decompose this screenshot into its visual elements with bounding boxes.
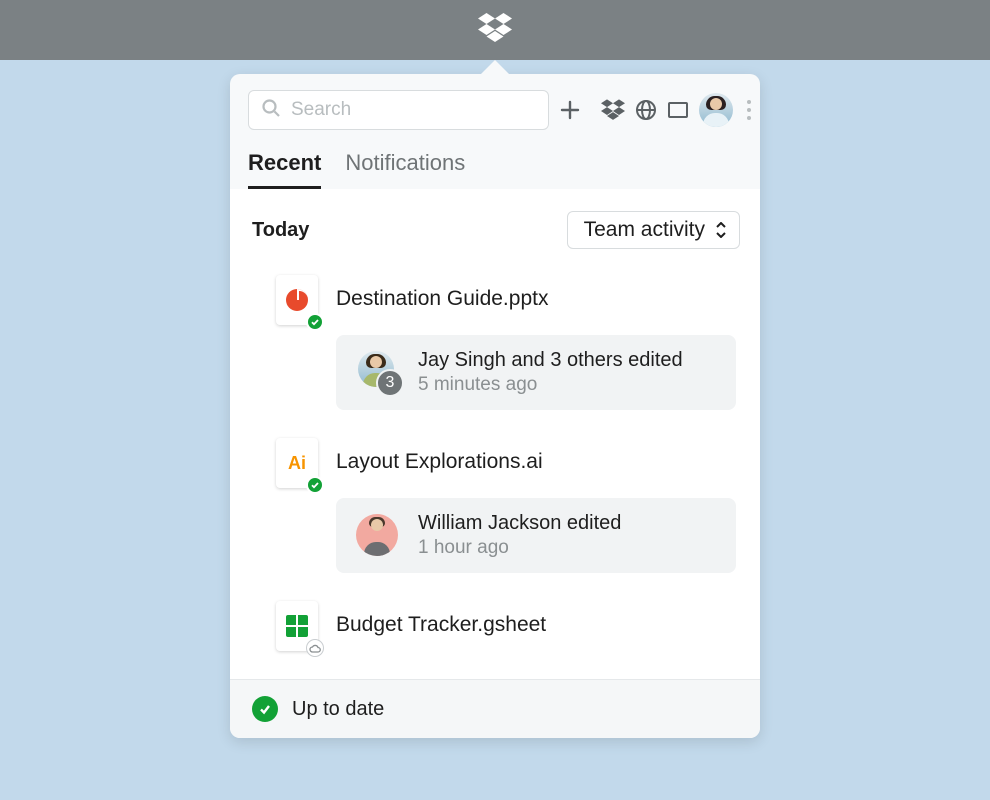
avatar-stack	[354, 514, 402, 558]
tabs: Recent Notifications	[248, 150, 742, 189]
activity-time: 1 hour ago	[418, 537, 621, 559]
activity-summary: William Jackson edited	[418, 512, 621, 535]
section-title: Today	[252, 219, 309, 242]
activity-card[interactable]: William Jackson edited 1 hour ago	[336, 498, 736, 573]
dropbox-logo-icon	[478, 13, 512, 48]
os-menubar	[0, 0, 990, 60]
panel-header: Recent Notifications	[230, 74, 760, 189]
more-menu-button[interactable]	[747, 100, 751, 120]
filter-label: Team activity	[584, 218, 705, 242]
sync-badge-icon	[306, 476, 324, 494]
activity-card[interactable]: 3 Jay Singh and 3 others edited 5 minute…	[336, 335, 736, 410]
file-name: Budget Tracker.gsheet	[336, 601, 546, 637]
file-row[interactable]: Budget Tracker.gsheet	[252, 601, 740, 651]
tab-recent[interactable]: Recent	[248, 150, 321, 189]
dropbox-icon[interactable]	[601, 97, 625, 123]
sort-icon	[715, 222, 727, 238]
status-text: Up to date	[292, 698, 384, 721]
panel-caret	[479, 60, 511, 76]
status-bar: Up to date	[230, 679, 760, 738]
activity-time: 5 minutes ago	[418, 374, 683, 396]
file-row[interactable]: Destination Guide.pptx	[252, 275, 740, 325]
file-type-gsheet-icon	[276, 601, 318, 651]
search-input[interactable]	[248, 90, 549, 130]
file-row[interactable]: Ai Layout Explorations.ai	[252, 438, 740, 488]
panel-content: Today Team activity	[230, 189, 760, 679]
folder-icon[interactable]	[667, 97, 689, 123]
sync-badge-icon	[306, 313, 324, 331]
tab-notifications[interactable]: Notifications	[345, 150, 465, 189]
activity-filter[interactable]: Team activity	[567, 211, 740, 249]
file-type-pptx-icon	[276, 275, 318, 325]
collaborator-avatar	[356, 514, 398, 556]
file-name: Destination Guide.pptx	[336, 275, 548, 311]
status-check-icon	[252, 696, 278, 722]
file-type-ai-icon: Ai	[276, 438, 318, 488]
cloud-badge-icon	[306, 639, 324, 657]
globe-icon[interactable]	[635, 97, 657, 123]
collaborator-count-badge: 3	[376, 369, 404, 397]
activity-summary: Jay Singh and 3 others edited	[418, 349, 683, 372]
avatar-stack: 3	[354, 351, 402, 395]
file-name: Layout Explorations.ai	[336, 438, 543, 474]
add-button[interactable]	[559, 97, 581, 123]
dropbox-tray-panel: Recent Notifications Today Team activity	[230, 74, 760, 738]
user-avatar[interactable]	[699, 93, 733, 127]
search-field[interactable]	[291, 99, 536, 121]
search-icon	[261, 98, 281, 123]
